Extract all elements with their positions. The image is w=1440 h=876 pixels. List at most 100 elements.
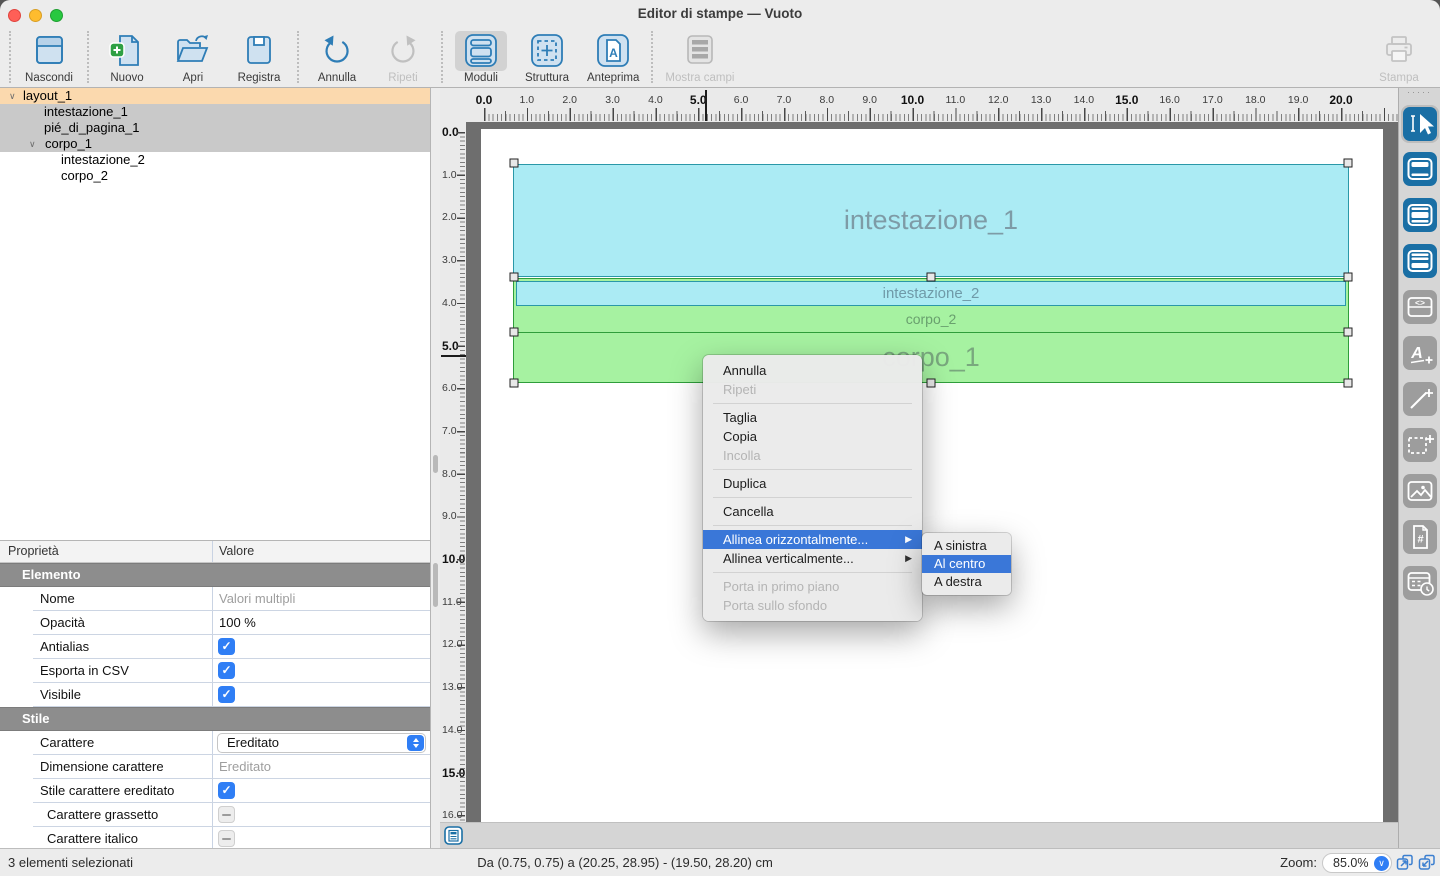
tree-scrollbar[interactable] (433, 455, 438, 473)
report-page[interactable]: intestazione_1 intestazione_2 corpo_2 co… (481, 129, 1383, 822)
menu-item-duplica[interactable]: Duplica (703, 474, 922, 493)
add-image-tool-button (1403, 474, 1437, 508)
bold-checkbox[interactable] (218, 806, 235, 823)
toolbar-separator (9, 31, 11, 83)
toolbar-button-registra[interactable]: Registra (226, 31, 292, 84)
toolbar-button-nascondi[interactable]: Nascondi (16, 31, 82, 84)
menu-item-allinea-verticalmente[interactable]: Allinea verticalmente... ▶ (703, 549, 922, 568)
font-dropdown[interactable]: Ereditato (217, 733, 426, 753)
add-datetime-tool-button (1403, 566, 1437, 600)
properties-scrollbar[interactable] (433, 563, 438, 607)
selection-handle[interactable] (1344, 328, 1353, 337)
tree-row-corpo-1[interactable]: ∨ corpo_1 (0, 136, 430, 152)
property-value-field[interactable]: Ereditato (219, 755, 271, 778)
properties-panel: Proprietà Valore Elemento Nome Valori mu… (0, 540, 431, 848)
toolbar-button-apri[interactable]: Apri (160, 31, 226, 84)
zoom-fit-expand-button[interactable] (1396, 854, 1414, 874)
menu-item-allinea-orizzontalmente[interactable]: Allinea orizzontalmente... ▶ (703, 530, 922, 549)
tree-row-layout-1[interactable]: ∨ layout_1 (0, 88, 430, 104)
selection-handle[interactable] (1344, 273, 1353, 282)
property-label: Nome (40, 587, 75, 610)
band-intestazione-1[interactable]: intestazione_1 (513, 164, 1349, 277)
menu-item-taglia[interactable]: Taglia (703, 408, 922, 427)
column-divider (212, 731, 213, 755)
band-intestazione-2[interactable]: intestazione_2 (516, 281, 1346, 306)
band-corpo-2[interactable]: corpo_2 (514, 306, 1348, 333)
selection-handle[interactable] (510, 328, 519, 337)
property-row-antialias: Antialias ✓ (0, 635, 430, 659)
chevron-down-icon[interactable]: ∨ (29, 136, 36, 152)
tree-row-corpo-2[interactable]: corpo_2 (0, 168, 430, 184)
selection-handle[interactable] (1344, 379, 1353, 388)
menu-item-annulla[interactable]: Annulla (703, 361, 922, 380)
selection-tool-button[interactable] (1403, 107, 1437, 141)
band-corpo-1[interactable]: intestazione_2 corpo_2 corpo_1 (513, 278, 1349, 383)
band-mode-icon[interactable] (444, 826, 463, 848)
selection-handle[interactable] (1344, 159, 1353, 168)
antialias-checkbox[interactable]: ✓ (218, 638, 235, 655)
property-row-opacita: Opacità 100 % (0, 611, 430, 635)
svg-text:A: A (1410, 345, 1423, 362)
submenu-item-a-destra[interactable]: A destra (922, 573, 1011, 591)
selection-handle[interactable] (510, 379, 519, 388)
add-band-body-tool-button[interactable] (1403, 198, 1437, 232)
property-value-field[interactable]: Valori multipli (219, 587, 295, 610)
ruler-tick-label: 3.0 (442, 254, 457, 266)
panel-splitter[interactable] (432, 88, 440, 848)
menu-item-copia[interactable]: Copia (703, 427, 922, 446)
zoom-label: Zoom: (1280, 855, 1317, 870)
submenu-item-a-sinistra[interactable]: A sinistra (922, 537, 1011, 555)
tree-row-intestazione-1[interactable]: intestazione_1 (0, 104, 430, 120)
menu-item-cancella[interactable]: Cancella (703, 502, 922, 521)
export-csv-checkbox[interactable]: ✓ (218, 662, 235, 679)
toolbar-button-nuovo[interactable]: Nuovo (94, 31, 160, 84)
visible-checkbox[interactable]: ✓ (218, 686, 235, 703)
zoom-dropdown-chevron-icon[interactable]: ∨ (1374, 856, 1389, 871)
menu-separator (703, 521, 922, 530)
toolbar-button-ripeti: Ripeti (370, 31, 436, 84)
selection-handle[interactable] (510, 159, 519, 168)
add-band-header-tool-button[interactable] (1403, 152, 1437, 186)
toolbar-button-anteprima[interactable]: A Anteprima (580, 31, 646, 84)
zoom-fit-shrink-button[interactable] (1418, 854, 1436, 874)
property-row-visibile: Visibile ✓ (0, 683, 430, 707)
selection-handle[interactable] (927, 379, 936, 388)
dropdown-arrows-icon (407, 735, 424, 751)
submenu-item-al-centro[interactable]: Al centro (922, 555, 1011, 573)
menu-item-ripeti: Ripeti (703, 380, 922, 399)
toolbar-button-label: Anteprima (587, 72, 639, 84)
value-column-header: Valore (219, 544, 254, 558)
toolbar-button-struttura[interactable]: Struttura (514, 31, 580, 84)
inherited-style-checkbox[interactable]: ✓ (218, 782, 235, 799)
column-divider (212, 779, 213, 803)
cursor-position-indicator-h (705, 90, 707, 121)
toolbar: Nascondi Nuovo Apri (0, 28, 1440, 88)
chevron-down-icon[interactable]: ∨ (9, 88, 16, 104)
add-page-number-tool-button: # (1403, 520, 1437, 554)
submenu-arrow-icon: ▶ (905, 530, 912, 549)
ruler-tick-label: 4.0 (442, 297, 457, 309)
ruler-tick-label: 9.0 (442, 510, 457, 522)
add-band-footer-tool-button[interactable] (1403, 244, 1437, 278)
toolbar-button-moduli[interactable]: Moduli (448, 31, 514, 84)
toolbar-separator (297, 31, 299, 83)
menu-separator (703, 568, 922, 577)
menu-separator (703, 465, 922, 474)
window-title: Editor di stampe — Vuoto (0, 6, 1440, 21)
property-label: Carattere (40, 731, 94, 754)
drag-handle-dots[interactable]: ····· (1399, 87, 1440, 97)
zoom-field[interactable]: 85.0% ∨ (1322, 853, 1392, 873)
font-dropdown-value: Ereditato (227, 734, 279, 752)
selection-handle[interactable] (927, 273, 936, 282)
toolbar-button-annulla[interactable]: Annulla (304, 31, 370, 84)
selection-handle[interactable] (510, 273, 519, 282)
preview-icon: A (587, 31, 639, 71)
tree-row-pie-di-pagina-1[interactable]: pié_di_pagina_1 (0, 120, 430, 136)
new-document-icon (101, 31, 153, 71)
tree-row-intestazione-2[interactable]: intestazione_2 (0, 152, 430, 168)
property-value-field[interactable]: 100 % (219, 611, 256, 634)
svg-text:<>: <> (1415, 297, 1425, 307)
band-label: intestazione_1 (844, 205, 1018, 236)
italic-checkbox[interactable] (218, 830, 235, 847)
column-divider (212, 803, 213, 827)
